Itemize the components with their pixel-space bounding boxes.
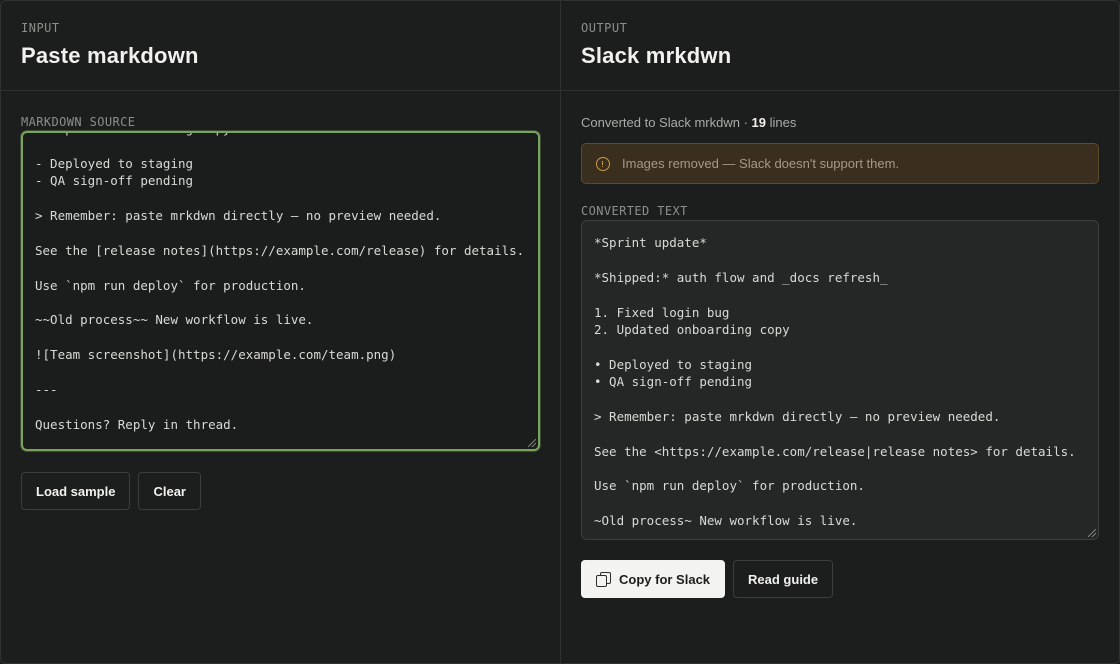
converted-line bbox=[594, 495, 1088, 512]
output-body: Converted to Slack mrkdwn · 19 lines Ima… bbox=[561, 91, 1119, 598]
output-title: Slack mrkdwn bbox=[581, 43, 732, 68]
converted-line bbox=[594, 391, 1088, 408]
load-sample-button[interactable]: Load sample bbox=[21, 472, 131, 510]
converted-line: *Shipped:* auth flow and _docs refresh_ bbox=[594, 269, 888, 285]
converted-line bbox=[594, 251, 1088, 268]
converted-line: 2. Updated onboarding copy bbox=[594, 321, 790, 337]
status-line-count: 19 bbox=[751, 115, 766, 130]
markdown-source-label: MARKDOWN SOURCE bbox=[21, 115, 136, 129]
input-title: Paste markdown bbox=[21, 43, 199, 68]
converted-line: Use `npm run deploy` for production. bbox=[594, 478, 865, 494]
resize-grip-icon[interactable] bbox=[528, 439, 536, 447]
source-line: ![Team screenshot](https://example.com/t… bbox=[35, 347, 397, 363]
converted-text-content: *Sprint update* *Shipped:* auth flow and … bbox=[594, 234, 1088, 530]
converted-line: • QA sign-off pending bbox=[594, 374, 753, 390]
input-actions: Load sample Clear bbox=[21, 472, 540, 510]
input-body: MARKDOWN SOURCE 2. Updated onboarding co… bbox=[1, 91, 560, 510]
converted-line: *Sprint update* bbox=[594, 235, 707, 250]
converted-line: > Remember: paste mrkdwn directly — no p… bbox=[594, 408, 1001, 424]
status-suffix: lines bbox=[765, 115, 797, 130]
converted-text-area[interactable]: *Sprint update* *Shipped:* auth flow and … bbox=[581, 220, 1099, 540]
input-panel: INPUT Paste markdown MARKDOWN SOURCE 2. … bbox=[1, 1, 561, 663]
source-line: - Deployed to staging bbox=[35, 155, 194, 171]
source-line: - QA sign-off pending bbox=[35, 173, 194, 189]
app-window: INPUT Paste markdown MARKDOWN SOURCE 2. … bbox=[0, 0, 1120, 664]
converted-line: 1. Fixed login bug bbox=[594, 304, 730, 320]
copy-icon bbox=[596, 572, 611, 587]
converted-line bbox=[594, 460, 1088, 477]
source-line bbox=[35, 259, 528, 276]
source-line bbox=[35, 363, 528, 380]
source-line: ~~Old process~~ New workflow is live. bbox=[35, 312, 314, 328]
source-line bbox=[35, 294, 528, 311]
source-line: Questions? Reply in thread. bbox=[35, 416, 239, 432]
source-line: --- bbox=[35, 381, 58, 397]
source-line: See the [release notes](https://example.… bbox=[35, 242, 525, 258]
copy-for-slack-button[interactable]: Copy for Slack bbox=[581, 560, 726, 598]
clear-button[interactable]: Clear bbox=[138, 472, 201, 510]
source-line bbox=[35, 190, 528, 207]
markdown-source-textarea[interactable]: 2. Updated onboarding copy- Deployed to … bbox=[21, 131, 540, 451]
converted-line: See the <https://example.com/release|rel… bbox=[594, 443, 1076, 459]
source-line bbox=[35, 224, 528, 241]
converted-line bbox=[594, 338, 1088, 355]
output-actions: Copy for Slack Read guide bbox=[581, 560, 1099, 598]
resize-grip-icon[interactable] bbox=[1088, 529, 1096, 537]
markdown-source-content: 2. Updated onboarding copy- Deployed to … bbox=[35, 133, 528, 433]
converted-line: • Deployed to staging bbox=[594, 356, 753, 372]
images-removed-notice: Images removed — Slack doesn't support t… bbox=[581, 143, 1099, 184]
output-header: OUTPUT Slack mrkdwn bbox=[561, 1, 1119, 91]
source-line bbox=[35, 329, 528, 346]
notice-text: Images removed — Slack doesn't support t… bbox=[622, 156, 900, 171]
input-eyebrow: INPUT bbox=[21, 21, 60, 35]
source-line bbox=[35, 137, 528, 154]
copy-for-slack-label: Copy for Slack bbox=[619, 571, 711, 587]
converted-line bbox=[594, 286, 1088, 303]
output-eyebrow: OUTPUT bbox=[581, 21, 628, 35]
info-icon bbox=[596, 156, 610, 171]
status-prefix: Converted to Slack mrkdwn · bbox=[581, 115, 752, 130]
read-guide-button[interactable]: Read guide bbox=[733, 560, 834, 598]
input-header: INPUT Paste markdown bbox=[1, 1, 560, 91]
source-line: Use `npm run deploy` for production. bbox=[35, 277, 306, 293]
source-line: > Remember: paste mrkdwn directly — no p… bbox=[35, 207, 442, 223]
converted-text-label: CONVERTED TEXT bbox=[581, 204, 688, 218]
output-panel: OUTPUT Slack mrkdwn Converted to Slack m… bbox=[561, 1, 1119, 663]
converted-line bbox=[594, 425, 1088, 442]
conversion-status: Converted to Slack mrkdwn · 19 lines bbox=[581, 115, 1099, 130]
source-line bbox=[35, 398, 528, 415]
converted-line: ~Old process~ New workflow is live. bbox=[594, 513, 858, 529]
